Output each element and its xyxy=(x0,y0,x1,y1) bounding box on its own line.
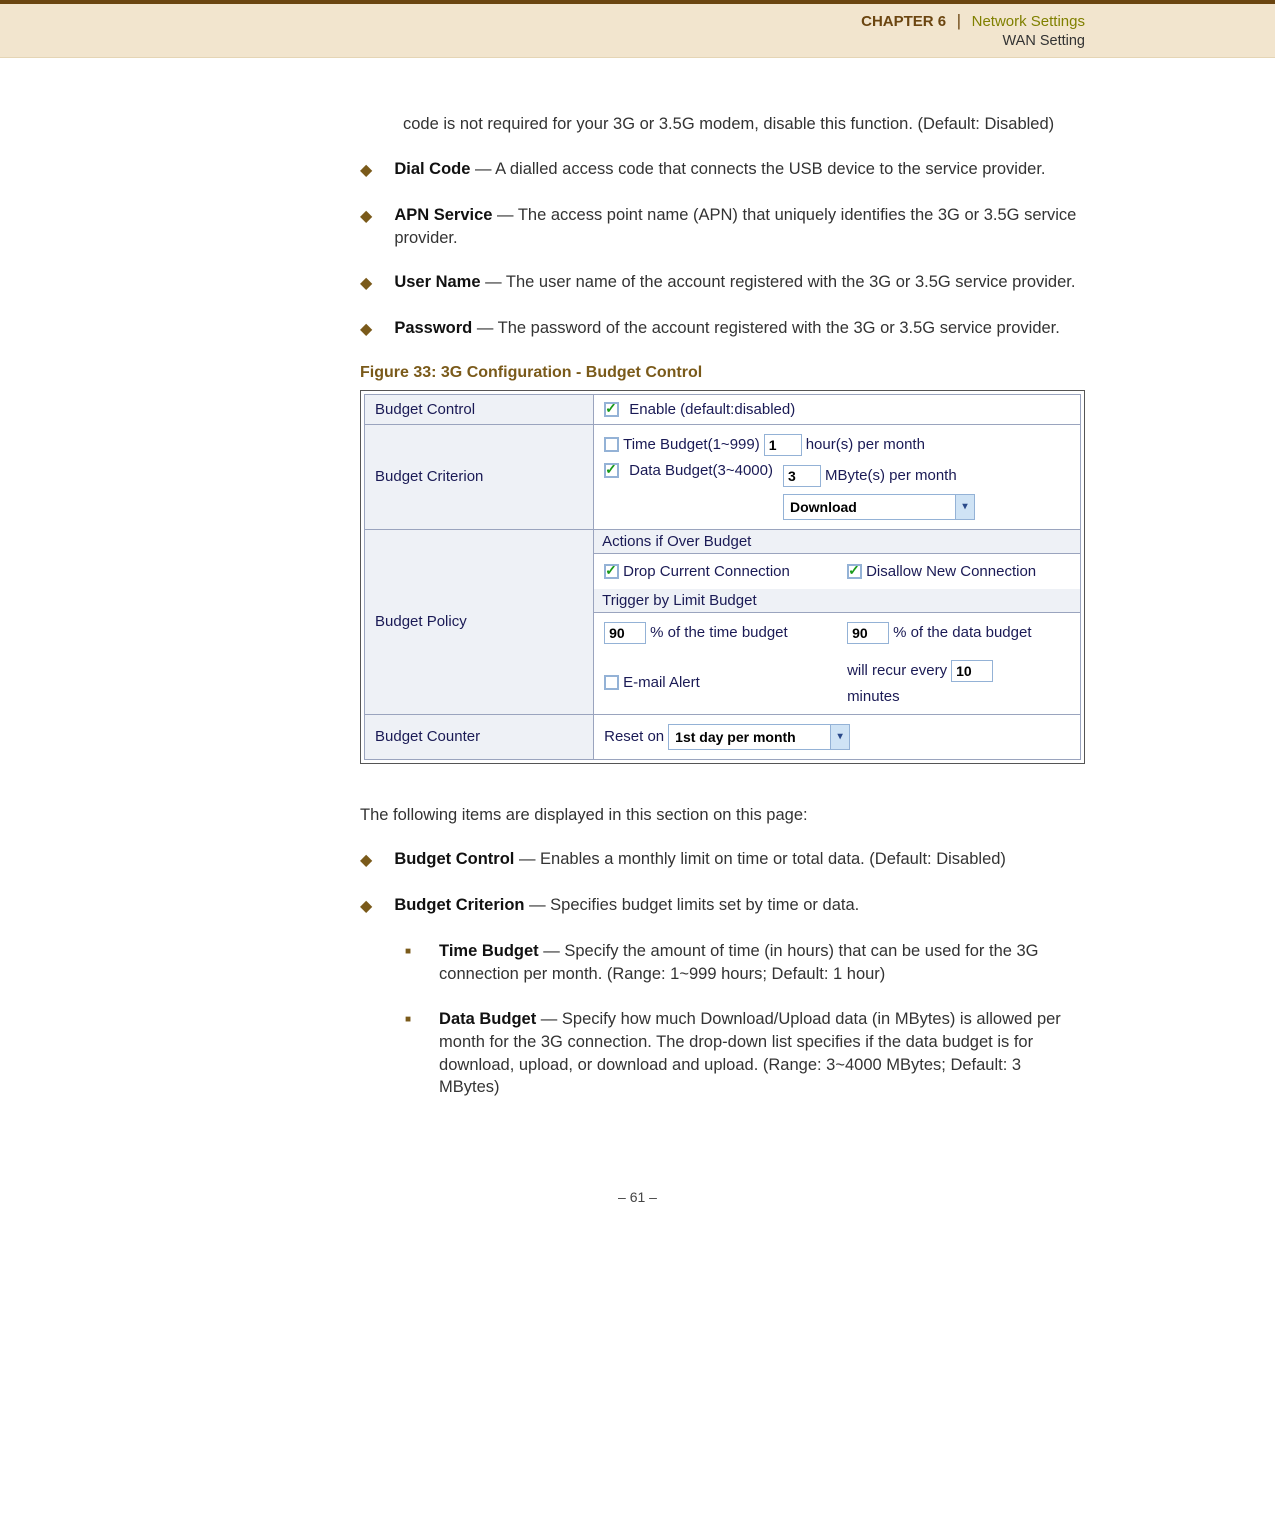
bullet-item: ◆ Dial Code — A dialled access code that… xyxy=(360,158,1085,182)
data-direction-select[interactable]: Download ▾ xyxy=(783,494,975,520)
time-budget-input[interactable] xyxy=(764,434,802,456)
row-label: Budget Policy xyxy=(365,529,594,714)
chevron-down-icon: ▾ xyxy=(955,495,974,519)
bullet-desc: — The access point name (APN) that uniqu… xyxy=(394,206,1076,247)
subsection-label: WAN Setting xyxy=(0,33,1085,49)
bullet-desc: — Enables a monthly limit on time or tot… xyxy=(514,850,1006,868)
figure-frame: Budget Control Enable (default:disabled)… xyxy=(360,390,1085,764)
disallow-new-checkbox[interactable] xyxy=(847,564,862,579)
post-paragraph: The following items are displayed in thi… xyxy=(360,804,1085,827)
email-alert-checkbox[interactable] xyxy=(604,675,619,690)
header-separator: | xyxy=(957,12,961,30)
diamond-icon: ◆ xyxy=(360,206,372,250)
reset-on-label: Reset on xyxy=(604,728,664,745)
diamond-icon: ◆ xyxy=(360,896,372,918)
time-budget-label: Time Budget(1~999) xyxy=(623,436,760,453)
disallow-new-label: Disallow New Connection xyxy=(866,563,1036,580)
bullet-term: User Name xyxy=(394,273,480,291)
diamond-icon: ◆ xyxy=(360,850,372,872)
bullet-term: Budget Criterion xyxy=(394,896,524,914)
figure-caption: Figure 33: 3G Configuration - Budget Con… xyxy=(360,364,1085,382)
recur-pre: will recur every xyxy=(847,662,947,679)
bullet-term: APN Service xyxy=(394,206,492,224)
bullet-item: ◆ Budget Criterion — Specifies budget li… xyxy=(360,894,1085,918)
data-percent-label: % of the data budget xyxy=(893,624,1031,641)
bullet-item: ◆ User Name — The user name of the accou… xyxy=(360,271,1085,295)
email-alert-label: E-mail Alert xyxy=(623,674,700,691)
time-percent-label: % of the time budget xyxy=(650,624,788,641)
enable-checkbox[interactable] xyxy=(604,402,619,417)
square-icon: ■ xyxy=(405,945,411,986)
table-row: Budget Control Enable (default:disabled) xyxy=(365,394,1081,424)
row-label: Budget Counter xyxy=(365,714,594,759)
row-label: Budget Criterion xyxy=(365,424,594,529)
row-label: Budget Control xyxy=(365,394,594,424)
diamond-icon: ◆ xyxy=(360,273,372,295)
recur-post: minutes xyxy=(847,688,1066,705)
table-row: Budget Policy Actions if Over Budget Dro… xyxy=(365,529,1081,714)
enable-label: Enable (default:disabled) xyxy=(629,401,795,418)
square-icon: ■ xyxy=(405,1013,411,1099)
bullet-item: ◆ Password — The password of the account… xyxy=(360,317,1085,341)
data-budget-suffix: MByte(s) per month xyxy=(825,467,957,484)
bullet-term: Budget Control xyxy=(394,850,514,868)
bullet-term: Time Budget xyxy=(439,942,539,960)
intro-paragraph: code is not required for your 3G or 3.5G… xyxy=(403,113,1085,136)
diamond-icon: ◆ xyxy=(360,160,372,182)
sub-bullet-item: ■ Data Budget — Specify how much Downloa… xyxy=(405,1008,1085,1099)
bullet-desc: — The user name of the account registere… xyxy=(481,273,1076,291)
drop-connection-checkbox[interactable] xyxy=(604,564,619,579)
bullet-item: ◆ Budget Control — Enables a monthly lim… xyxy=(360,848,1085,872)
select-value: Download xyxy=(784,499,863,515)
sub-bullet-item: ■ Time Budget — Specify the amount of ti… xyxy=(405,940,1085,986)
table-row: Budget Criterion Time Budget(1~999) hour… xyxy=(365,424,1081,529)
drop-connection-label: Drop Current Connection xyxy=(623,563,790,580)
config-table: Budget Control Enable (default:disabled)… xyxy=(364,394,1081,760)
page-number: – 61 – xyxy=(0,1189,1275,1225)
data-budget-checkbox[interactable] xyxy=(604,463,619,478)
data-budget-label: Data Budget(3~4000) xyxy=(629,462,773,479)
reset-day-select[interactable]: 1st day per month ▾ xyxy=(668,724,850,750)
chapter-label: CHAPTER 6 xyxy=(861,13,946,30)
chevron-down-icon: ▾ xyxy=(830,725,849,749)
data-budget-input[interactable] xyxy=(783,465,821,487)
time-percent-input[interactable] xyxy=(604,622,646,644)
select-value: 1st day per month xyxy=(669,729,802,745)
page-header: CHAPTER 6 | Network Settings WAN Setting xyxy=(0,4,1275,58)
bullet-desc: — A dialled access code that connects th… xyxy=(470,160,1045,178)
data-percent-input[interactable] xyxy=(847,622,889,644)
table-row: Budget Counter Reset on 1st day per mont… xyxy=(365,714,1081,759)
bullet-desc: — The password of the account registered… xyxy=(472,319,1060,337)
diamond-icon: ◆ xyxy=(360,319,372,341)
bullet-term: Dial Code xyxy=(394,160,470,178)
time-budget-checkbox[interactable] xyxy=(604,437,619,452)
bullet-term: Password xyxy=(394,319,472,337)
bullet-term: Data Budget xyxy=(439,1010,536,1028)
subheading: Actions if Over Budget xyxy=(594,530,1080,554)
time-budget-suffix: hour(s) per month xyxy=(806,436,925,453)
subheading: Trigger by Limit Budget xyxy=(594,589,1080,613)
section-label: Network Settings xyxy=(972,13,1085,30)
bullet-item: ◆ APN Service — The access point name (A… xyxy=(360,204,1085,250)
recur-input[interactable] xyxy=(951,660,993,682)
bullet-desc: — Specifies budget limits set by time or… xyxy=(524,896,859,914)
